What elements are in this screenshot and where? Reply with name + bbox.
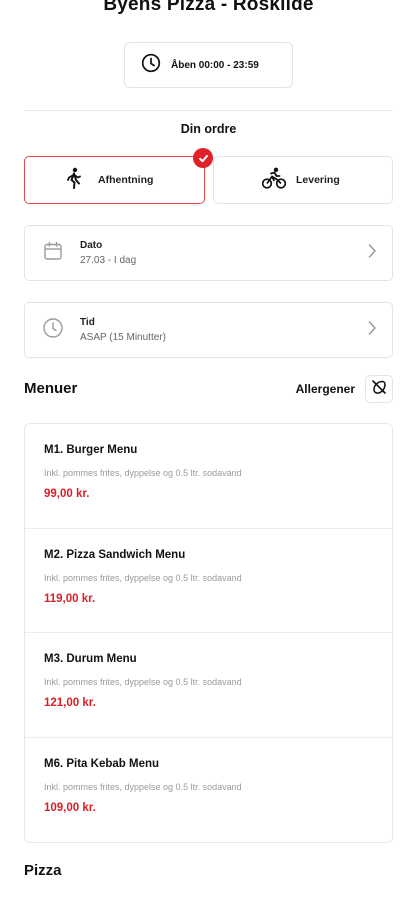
time-value: ASAP (15 Minutter) [80,332,166,343]
walking-person-icon [65,167,83,194]
opening-hours-badge: Åben 00:00 - 23:59 [124,42,293,88]
time-label: Tid [80,317,95,328]
menu-item-name: M6. Pita Kebab Menu [44,757,160,770]
menu-item-name: M2. Pizza Sandwich Menu [44,548,186,561]
opening-hours-text: Åben 00:00 - 23:59 [171,59,259,71]
menu-item-price: 121,00 kr. [44,697,96,709]
menu-item-name: M3. Durum Menu [44,653,137,665]
menu-item-price: 119,00 kr. [44,592,96,605]
menu-item[interactable]: M3. Durum Menu Inkl. pommes frites, dypp… [25,633,392,738]
date-picker[interactable]: Dato 27.03 - I dag [24,225,393,281]
menu-item-description: Inkl. pommes frites, dyppelse og 0.5 ltr… [44,572,242,583]
menu-item[interactable]: M6. Pita Kebab Menu Inkl. pommes frites,… [25,738,392,843]
chevron-right-icon [367,243,377,264]
menus-heading: Menuer [24,380,78,397]
calendar-icon [43,241,63,266]
allergen-button[interactable] [365,375,393,403]
allergen-icon [370,378,388,401]
date-label: Dato [80,240,103,251]
selected-check-icon [193,148,213,168]
menu-item-name: M1. Burger Menu [44,444,138,456]
clock-icon [42,317,64,344]
menu-item[interactable]: M2. Pizza Sandwich Menu Inkl. pommes fri… [25,529,392,633]
time-picker[interactable]: Tid ASAP (15 Minutter) [24,302,393,358]
pizza-heading: Pizza [24,862,62,879]
pickup-option[interactable]: Afhentning [24,156,205,204]
cyclist-icon [261,167,287,194]
delivery-label: Levering [296,174,340,186]
menu-item-description: Inkl. pommes frites, dyppelse og 0.5 ltr… [44,468,242,478]
menu-item-price: 99,00 kr. [44,488,90,500]
date-value: 27.03 - I dag [80,255,137,266]
allergen-label: Allergener [295,382,355,396]
divider [24,110,393,111]
pickup-label: Afhentning [98,174,154,186]
clock-icon [141,53,161,78]
menu-item[interactable]: M1. Burger Menu Inkl. pommes frites, dyp… [25,424,392,529]
chevron-right-icon [367,320,377,341]
delivery-option[interactable]: Levering [213,156,393,204]
menu-list: M1. Burger Menu Inkl. pommes frites, dyp… [24,423,393,843]
menu-item-description: Inkl. pommes frites, dyppelse og 0.5 ltr… [44,781,242,792]
order-title: Din ordre [180,122,237,136]
page-title: Byens Pizza - Roskilde [103,0,314,15]
allergen-filter[interactable]: Allergener [296,375,393,403]
menu-item-description: Inkl. pommes frites, dyppelse og 0.5 ltr… [44,677,242,687]
menu-item-price: 109,00 kr. [44,801,96,814]
